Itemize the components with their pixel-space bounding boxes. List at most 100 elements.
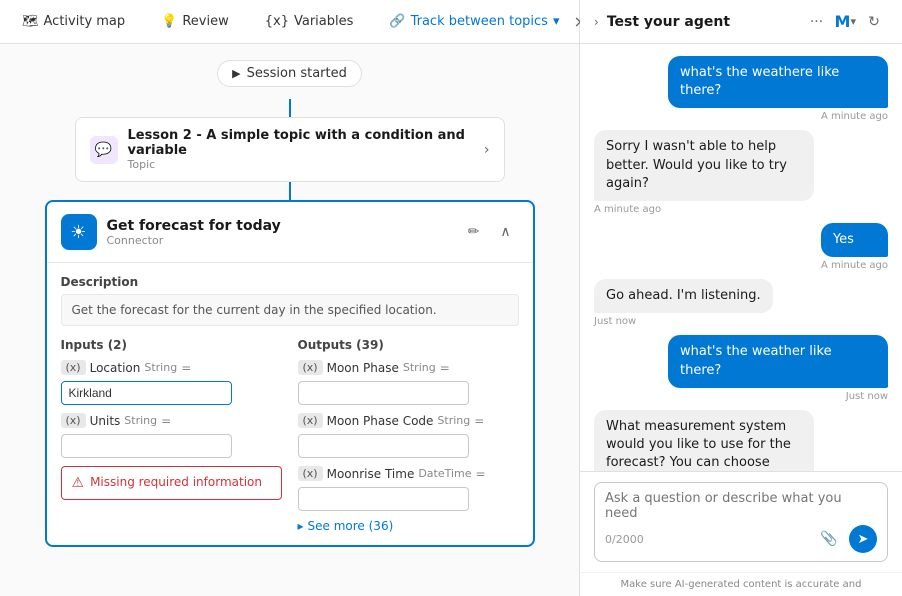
moonrise-time-type: DateTime [418,467,471,480]
moon-phase-type: String [403,361,436,374]
input-footer: 0/2000 📎 ➤ [605,525,877,553]
char-count: 0/2000 [605,533,644,546]
location-badge: (x) [61,360,86,375]
play-icon: ▶ [232,67,240,80]
inputs-col: Inputs (2) (x) Location String = (x) [61,338,282,533]
chat-input[interactable] [605,491,877,521]
bubble-2: Sorry I wasn't able to help better. Woul… [594,130,814,201]
see-more-button[interactable]: ▸ See more (36) [298,511,519,533]
moon-phase-code-type: String [437,414,470,427]
error-text: Missing required information [90,475,262,491]
chat-message-4: Go ahead. I'm listening. Just now [594,279,773,327]
topic-subtitle: Topic [128,158,474,171]
right-header: › Test your agent ··· M ▾ ↻ [580,0,902,44]
chat-area: what's the weathere like there? A minute… [580,44,902,471]
refresh-button[interactable]: ↻ [860,8,888,36]
connector-body: Description Get the forecast for the cur… [47,263,533,545]
time-3: A minute ago [821,260,888,271]
track-label: Track between topics [411,14,548,29]
time-5: Just now [668,391,888,402]
units-type: String [124,414,157,427]
location-row: (x) Location String = [61,360,282,375]
outputs-col: Outputs (39) (x) Moon Phase String = (x) [298,338,519,533]
location-input[interactable] [61,381,232,405]
activity-map-tab[interactable]: 🗺 Activity map [12,10,135,33]
time-1: A minute ago [668,111,888,122]
time-2: A minute ago [594,204,814,215]
moon-phase-code-eq: = [474,414,484,428]
disclaimer-text: Make sure AI-generated content is accura… [580,572,902,596]
edit-button[interactable]: ✏ [461,219,487,245]
moonrise-time-name: Moonrise Time [327,467,415,481]
review-tab[interactable]: 💡 Review [151,10,239,33]
map-icon: 🗺 [22,14,39,29]
variables-tab[interactable]: {x} Variables [255,10,364,33]
description-label: Description [61,275,519,289]
moon-phase-code-input[interactable] [298,434,469,458]
canvas: ▶ Session started 💬 Lesson 2 - A simple … [0,44,579,596]
input-box: 0/2000 📎 ➤ [594,482,888,562]
moonrise-time-row: (x) Moonrise Time DateTime = [298,466,519,481]
chat-message-1: what's the weathere like there? A minute… [668,56,888,122]
topic-text: Lesson 2 - A simple topic with a conditi… [128,128,474,171]
topic-chevron-icon: › [484,142,490,158]
see-more-label: See more (36) [308,519,394,533]
input-area: 0/2000 📎 ➤ [580,471,902,572]
moon-phase-code-badge: (x) [298,413,323,428]
moon-phase-code-row: (x) Moon Phase Code String = [298,413,519,428]
chat-message-5: what's the weather like there? Just now [668,335,888,401]
units-name: Units [90,414,121,428]
connector-line-1 [75,99,505,117]
v-line-2 [289,182,291,200]
bubble-6: What measurement system would you like t… [594,410,814,471]
copilot-icon: M [835,12,851,31]
session-started-badge: ▶ Session started [217,60,362,87]
send-button[interactable]: ➤ [849,525,877,553]
units-input[interactable] [61,434,232,458]
moon-phase-row: (x) Moon Phase String = [298,360,519,375]
moon-phase-eq: = [440,361,450,375]
right-header-actions: ··· M ▾ ↻ [803,8,888,36]
collapse-button[interactable]: ∧ [493,219,519,245]
connector-type: Connector [107,234,451,247]
io-row: Inputs (2) (x) Location String = (x) [61,338,519,533]
track-tab[interactable]: 🔗 Track between topics ▾ [379,10,569,33]
location-eq: = [181,361,191,375]
brand-chevron-icon[interactable]: ▾ [850,15,856,28]
moon-phase-input[interactable] [298,381,469,405]
variables-icon: {x} [265,14,289,29]
connector-line-2 [75,182,505,200]
session-started-label: Session started [247,66,347,81]
left-panel: 🗺 Activity map 💡 Review {x} Variables 🔗 … [0,0,580,596]
topic-block[interactable]: 💬 Lesson 2 - A simple topic with a condi… [75,117,505,182]
moonrise-time-badge: (x) [298,466,323,481]
topic-title: Lesson 2 - A simple topic with a conditi… [128,128,474,158]
right-panel: › Test your agent ··· M ▾ ↻ what's the w… [580,0,902,596]
expand-icon: ▸ [298,519,304,533]
chat-message-2: Sorry I wasn't able to help better. Woul… [594,130,814,215]
bubble-1: what's the weathere like there? [668,56,888,108]
track-chevron-icon: ▾ [553,14,560,29]
review-icon: 💡 [161,14,177,29]
time-4: Just now [594,316,773,327]
bubble-5: what's the weather like there? [668,335,888,387]
chat-message-3: Yes A minute ago [821,223,888,271]
attach-button[interactable]: 📎 [815,525,843,553]
location-name: Location [90,361,141,375]
moon-phase-badge: (x) [298,360,323,375]
brand-logo: M ▾ [835,12,856,31]
units-eq: = [161,414,171,428]
connector-title-area: Get forecast for today Connector [107,218,451,247]
connector-header: ☀ Get forecast for today Connector ✏ ∧ [47,202,533,263]
review-label: Review [182,14,228,29]
location-type: String [144,361,177,374]
moonrise-time-input[interactable] [298,487,469,511]
bubble-3: Yes [821,223,888,257]
error-icon: ⚠ [72,475,85,491]
input-actions: 📎 ➤ [815,525,877,553]
description-text: Get the forecast for the current day in … [61,294,519,326]
activity-map-label: Activity map [44,14,126,29]
right-panel-title: Test your agent [607,14,795,30]
more-options-button[interactable]: ··· [803,8,831,36]
topic-icon: 💬 [90,136,118,164]
